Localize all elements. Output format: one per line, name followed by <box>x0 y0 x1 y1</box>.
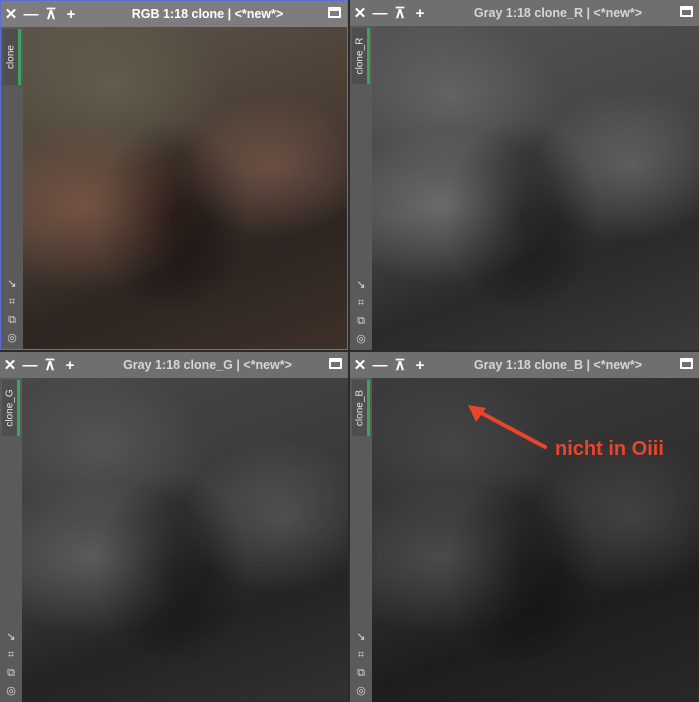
view-tab-label: clone_R <box>354 37 365 75</box>
clone-icon[interactable]: ⧉ <box>7 666 15 680</box>
maximize-icon[interactable] <box>329 358 342 369</box>
crop-icon[interactable]: ⌗ <box>9 295 15 309</box>
add-icon[interactable]: + <box>410 0 430 26</box>
view-sidebar: clone_B ↘ ⌗ ⧉ ◎ <box>350 378 372 702</box>
crop-icon[interactable]: ⌗ <box>358 296 364 310</box>
maximize-icon[interactable] <box>328 7 341 18</box>
minimize-icon[interactable]: — <box>20 352 40 378</box>
view-tab-clone-g[interactable]: clone_G <box>2 380 20 436</box>
minimize-icon[interactable]: — <box>370 352 390 378</box>
titlebar[interactable]: ✕ — ⊼ + Gray 1:18 clone_R | <*new*> <box>350 0 699 26</box>
titlebar[interactable]: ✕ — ⊼ + Gray 1:18 clone_G | <*new*> <box>0 352 348 378</box>
fit-icon[interactable]: ↘ <box>7 277 16 291</box>
clone-icon[interactable]: ⧉ <box>8 313 16 327</box>
annotation-text: nicht in Oiii <box>555 438 664 460</box>
clone-icon[interactable]: ⧉ <box>357 314 365 328</box>
image-view[interactable] <box>372 26 699 350</box>
window-title: Gray 1:18 clone_R | <*new*> <box>473 6 643 20</box>
fit-icon[interactable]: ↘ <box>356 630 365 644</box>
view-sidebar: clone_R ↘ ⌗ ⧉ ◎ <box>350 26 372 350</box>
window-rgb-clone[interactable]: ✕ — ⊼ + RGB 1:18 clone | <*new*> clone ↘… <box>0 0 348 350</box>
add-icon[interactable]: + <box>60 352 80 378</box>
close-icon[interactable]: ✕ <box>1 1 21 27</box>
view-tab-clone[interactable]: clone <box>3 29 21 85</box>
shade-icon[interactable]: ⊼ <box>390 352 410 378</box>
maximize-icon[interactable] <box>680 6 693 17</box>
view-tab-clone-r[interactable]: clone_R <box>352 28 370 84</box>
window-clone-g[interactable]: ✕ — ⊼ + Gray 1:18 clone_G | <*new*> clon… <box>0 352 348 702</box>
view-tab-label: clone <box>5 45 16 69</box>
close-icon[interactable]: ✕ <box>0 352 20 378</box>
close-icon[interactable]: ✕ <box>350 0 370 26</box>
crop-icon[interactable]: ⌗ <box>358 648 364 662</box>
window-title: Gray 1:18 clone_B | <*new*> <box>473 358 643 372</box>
annotation-arrow <box>468 405 547 449</box>
target-icon[interactable]: ◎ <box>7 331 17 345</box>
add-icon[interactable]: + <box>61 1 81 27</box>
minimize-icon[interactable]: — <box>21 1 41 27</box>
minimize-icon[interactable]: — <box>370 0 390 26</box>
view-sidebar: clone_G ↘ ⌗ ⧉ ◎ <box>0 378 22 702</box>
image-view[interactable] <box>22 378 348 702</box>
window-title: RGB 1:18 clone | <*new*> <box>131 7 284 21</box>
target-icon[interactable]: ◎ <box>356 332 366 346</box>
view-sidebar: clone ↘ ⌗ ⧉ ◎ <box>1 27 23 349</box>
clone-icon[interactable]: ⧉ <box>357 666 365 680</box>
titlebar[interactable]: ✕ — ⊼ + Gray 1:18 clone_B | <*new*> <box>350 352 699 378</box>
fit-icon[interactable]: ↘ <box>6 630 15 644</box>
target-icon[interactable]: ◎ <box>6 684 16 698</box>
view-tab-label: clone_B <box>354 389 365 427</box>
shade-icon[interactable]: ⊼ <box>390 0 410 26</box>
image-view[interactable] <box>23 27 347 349</box>
add-icon[interactable]: + <box>410 352 430 378</box>
fit-icon[interactable]: ↘ <box>356 278 365 292</box>
crop-icon[interactable]: ⌗ <box>8 648 14 662</box>
window-clone-r[interactable]: ✕ — ⊼ + Gray 1:18 clone_R | <*new*> clon… <box>350 0 699 350</box>
titlebar[interactable]: ✕ — ⊼ + RGB 1:18 clone | <*new*> <box>1 1 347 27</box>
window-title: Gray 1:18 clone_G | <*new*> <box>123 358 292 372</box>
close-icon[interactable]: ✕ <box>350 352 370 378</box>
view-tab-label: clone_G <box>4 389 15 427</box>
maximize-icon[interactable] <box>680 358 693 369</box>
view-tab-clone-b[interactable]: clone_B <box>352 380 370 436</box>
shade-icon[interactable]: ⊼ <box>41 1 61 27</box>
shade-icon[interactable]: ⊼ <box>40 352 60 378</box>
target-icon[interactable]: ◎ <box>356 684 366 698</box>
